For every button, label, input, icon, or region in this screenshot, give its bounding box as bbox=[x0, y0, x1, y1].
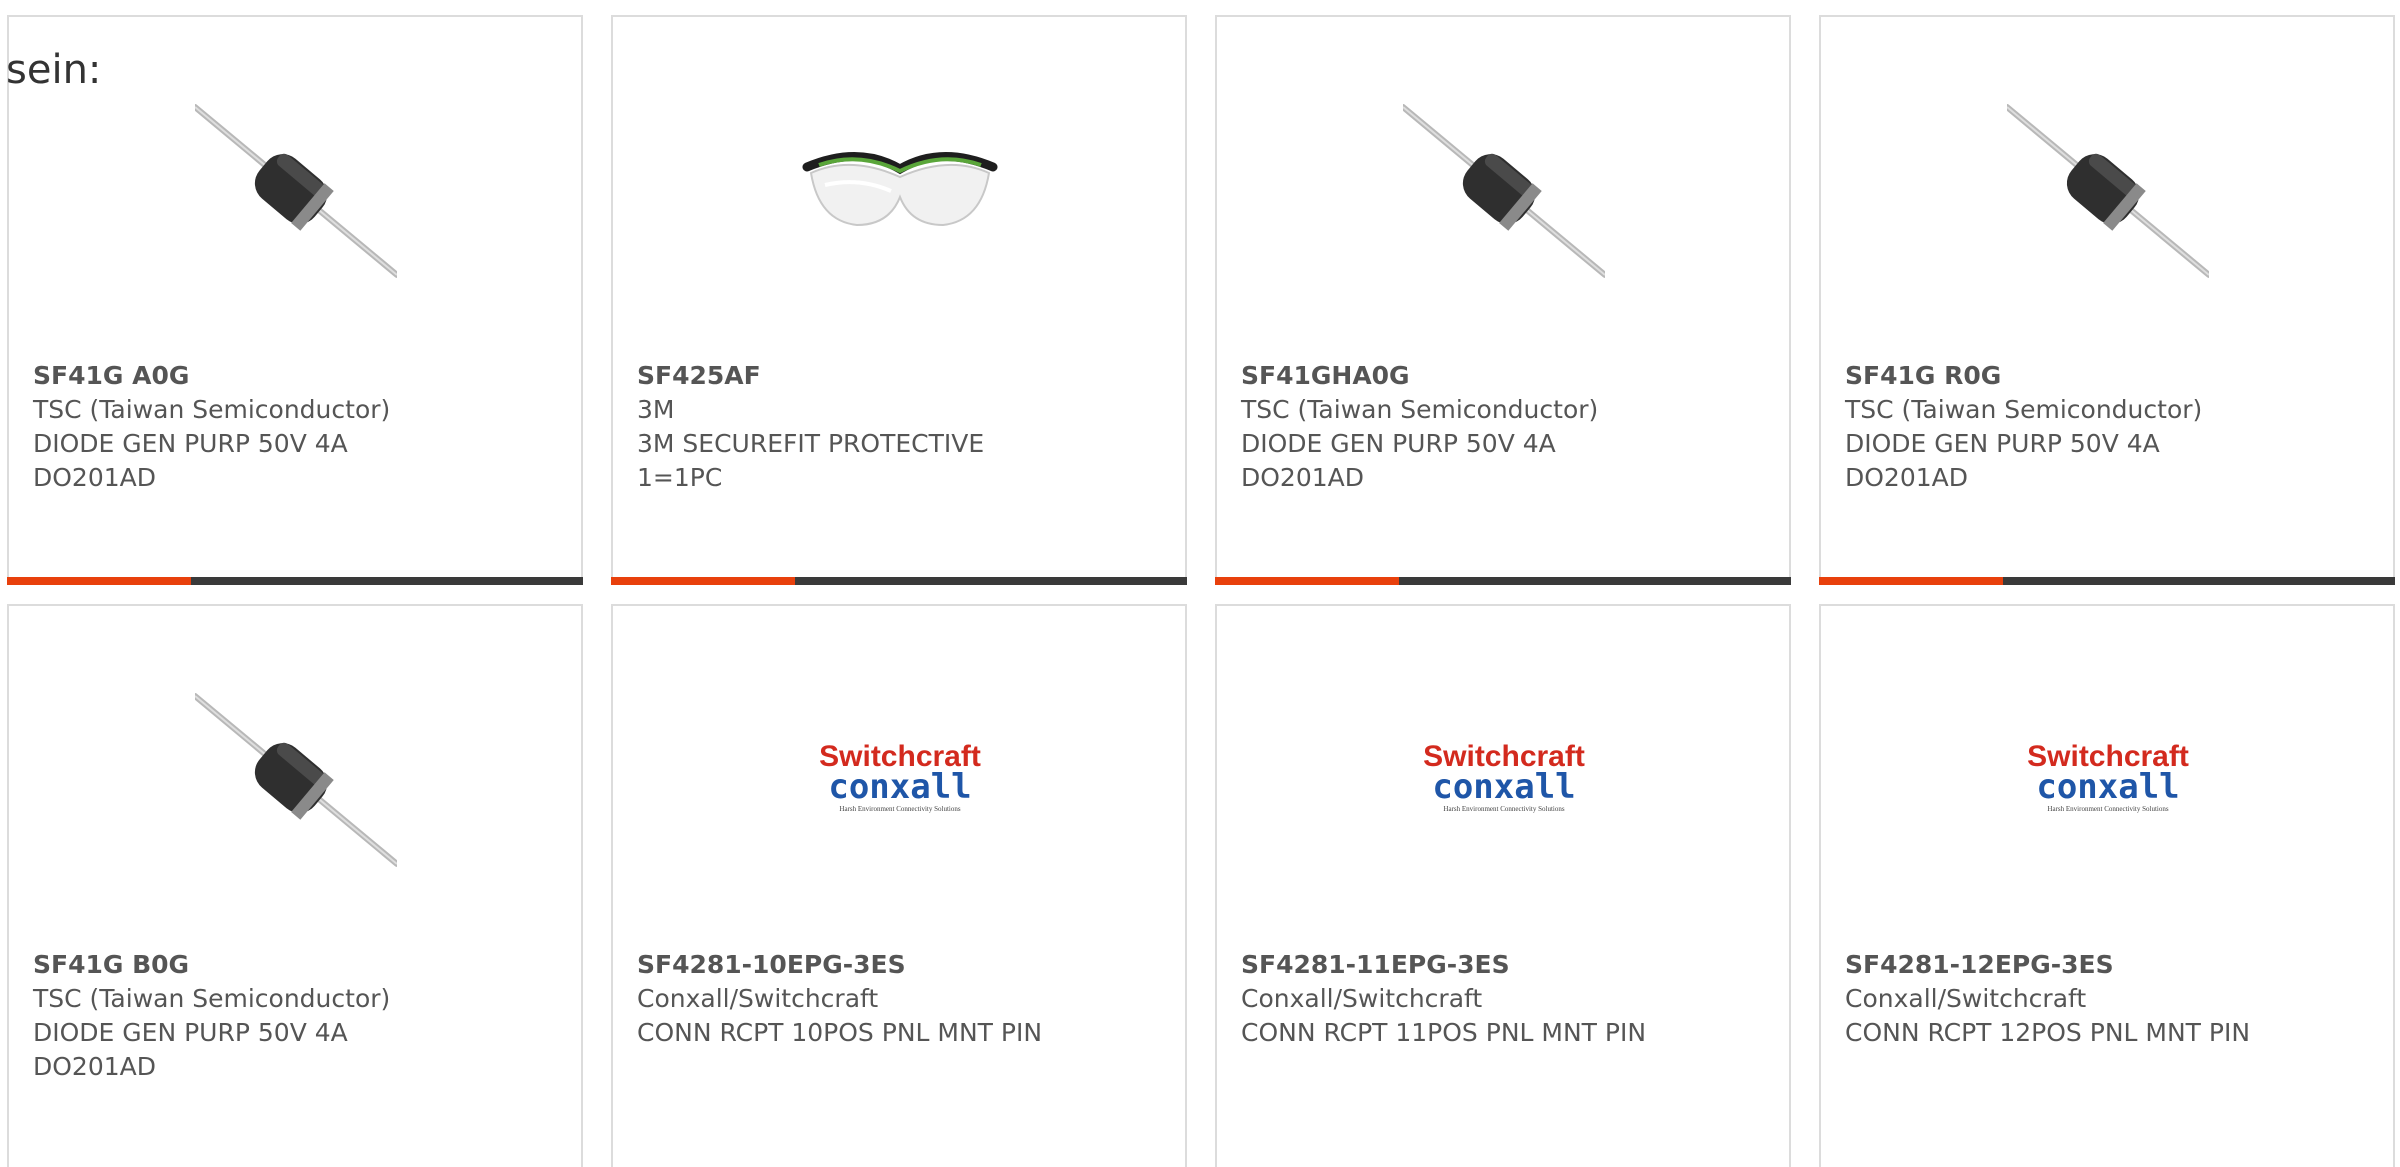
description: CONN RCPT 10POS PNL MNT PIN bbox=[637, 1018, 1043, 1047]
manufacturer: TSC (Taiwan Semiconductor) bbox=[33, 395, 391, 424]
manufacturer: 3M bbox=[637, 395, 675, 424]
product-card[interactable]: SF41G B0G TSC (Taiwan Semiconductor) DIO… bbox=[7, 604, 583, 1167]
part-number-link[interactable]: SF4281-12EPG-3ES bbox=[1845, 948, 2383, 982]
accent-stripe bbox=[7, 577, 191, 585]
card-footer-bar bbox=[7, 577, 583, 585]
product-card[interactable]: SF41G A0G TSC (Taiwan Semiconductor) DIO… bbox=[7, 15, 583, 585]
product-image[interactable] bbox=[195, 85, 397, 287]
card-footer-bar bbox=[1819, 577, 2395, 585]
product-card[interactable]: SF425AF 3M 3M SECUREFIT PROTECTIVE 1=1PC bbox=[611, 15, 1187, 585]
manufacturer: TSC (Taiwan Semiconductor) bbox=[1845, 395, 2203, 424]
product-card[interactable]: Switchcraft conxall Harsh Environment Co… bbox=[611, 604, 1187, 1167]
product-image[interactable]: Switchcraft conxall Harsh Environment Co… bbox=[799, 674, 1001, 876]
description-continued: DO201AD bbox=[33, 463, 156, 492]
description: DIODE GEN PURP 50V 4A bbox=[1845, 429, 2160, 458]
description: 3M SECUREFIT PROTECTIVE bbox=[637, 429, 985, 458]
manufacturer: TSC (Taiwan Semiconductor) bbox=[33, 984, 391, 1013]
description-continued: DO201AD bbox=[1845, 463, 1968, 492]
logo-tagline-text: Harsh Environment Connectivity Solutions bbox=[1443, 805, 1564, 813]
accent-stripe bbox=[611, 577, 795, 585]
logo-conxall-text: conxall bbox=[2036, 767, 2179, 807]
description-continued: DO201AD bbox=[1241, 463, 1364, 492]
part-number-link[interactable]: SF41GHA0G bbox=[1241, 359, 1779, 393]
product-results-page: SF41G A0G TSC (Taiwan Semiconductor) DIO… bbox=[0, 0, 2400, 1167]
manufacturer: Conxall/Switchcraft bbox=[1845, 984, 2087, 1013]
product-info: SF41G R0G TSC (Taiwan Semiconductor) DIO… bbox=[1845, 359, 2383, 495]
product-info: SF425AF 3M 3M SECUREFIT PROTECTIVE 1=1PC bbox=[637, 359, 1175, 495]
product-image[interactable] bbox=[2007, 85, 2209, 287]
accent-stripe bbox=[1215, 577, 1399, 585]
description: DIODE GEN PURP 50V 4A bbox=[33, 1018, 348, 1047]
product-card[interactable]: SF41G R0G TSC (Taiwan Semiconductor) DIO… bbox=[1819, 15, 2395, 585]
product-card[interactable]: Switchcraft conxall Harsh Environment Co… bbox=[1215, 604, 1791, 1167]
part-number-link[interactable]: SF41G R0G bbox=[1845, 359, 2383, 393]
product-image[interactable]: Switchcraft conxall Harsh Environment Co… bbox=[1403, 674, 1605, 876]
product-card[interactable]: Switchcraft conxall Harsh Environment Co… bbox=[1819, 604, 2395, 1167]
axial-diode-image bbox=[195, 693, 397, 867]
description: DIODE GEN PURP 50V 4A bbox=[1241, 429, 1556, 458]
logo-conxall-text: conxall bbox=[1432, 767, 1575, 807]
safety-glasses-image bbox=[802, 152, 998, 227]
product-image[interactable] bbox=[1403, 85, 1605, 287]
part-number-link[interactable]: SF4281-10EPG-3ES bbox=[637, 948, 1175, 982]
axial-diode-image bbox=[2007, 104, 2209, 278]
logo-tagline-text: Harsh Environment Connectivity Solutions bbox=[2047, 805, 2168, 813]
logo-tagline-text: Harsh Environment Connectivity Solutions bbox=[839, 805, 960, 813]
part-number-link[interactable]: SF41G B0G bbox=[33, 948, 571, 982]
manufacturer: Conxall/Switchcraft bbox=[1241, 984, 1483, 1013]
description: DIODE GEN PURP 50V 4A bbox=[33, 429, 348, 458]
switchcraft-conxall-logo: Switchcraft conxall Harsh Environment Co… bbox=[819, 740, 981, 813]
card-footer-bar bbox=[611, 577, 1187, 585]
description: CONN RCPT 12POS PNL MNT PIN bbox=[1845, 1018, 2251, 1047]
product-grid: SF41G A0G TSC (Taiwan Semiconductor) DIO… bbox=[7, 15, 2400, 1167]
accent-stripe bbox=[1819, 577, 2003, 585]
product-info: SF4281-10EPG-3ES Conxall/Switchcraft CON… bbox=[637, 948, 1175, 1050]
axial-diode-image bbox=[1403, 104, 1605, 278]
part-number-link[interactable]: SF41G A0G bbox=[33, 359, 571, 393]
description: CONN RCPT 11POS PNL MNT PIN bbox=[1241, 1018, 1647, 1047]
intro-text: sein: bbox=[6, 47, 102, 93]
product-info: SF41G B0G TSC (Taiwan Semiconductor) DIO… bbox=[33, 948, 571, 1084]
part-number-link[interactable]: SF425AF bbox=[637, 359, 1175, 393]
product-info: SF41G A0G TSC (Taiwan Semiconductor) DIO… bbox=[33, 359, 571, 495]
product-info: SF41GHA0G TSC (Taiwan Semiconductor) DIO… bbox=[1241, 359, 1779, 495]
product-image[interactable] bbox=[195, 674, 397, 876]
manufacturer: TSC (Taiwan Semiconductor) bbox=[1241, 395, 1599, 424]
description-continued: 1=1PC bbox=[637, 463, 723, 492]
manufacturer: Conxall/Switchcraft bbox=[637, 984, 879, 1013]
axial-diode-image bbox=[195, 104, 397, 278]
switchcraft-conxall-logo: Switchcraft conxall Harsh Environment Co… bbox=[2027, 740, 2189, 813]
card-footer-bar bbox=[1215, 577, 1791, 585]
logo-conxall-text: conxall bbox=[828, 767, 971, 807]
product-image[interactable] bbox=[799, 85, 1001, 287]
switchcraft-conxall-logo: Switchcraft conxall Harsh Environment Co… bbox=[1423, 740, 1585, 813]
product-info: SF4281-12EPG-3ES Conxall/Switchcraft CON… bbox=[1845, 948, 2383, 1050]
description-continued: DO201AD bbox=[33, 1052, 156, 1081]
part-number-link[interactable]: SF4281-11EPG-3ES bbox=[1241, 948, 1779, 982]
product-info: SF4281-11EPG-3ES Conxall/Switchcraft CON… bbox=[1241, 948, 1779, 1050]
product-card[interactable]: SF41GHA0G TSC (Taiwan Semiconductor) DIO… bbox=[1215, 15, 1791, 585]
product-image[interactable]: Switchcraft conxall Harsh Environment Co… bbox=[2007, 674, 2209, 876]
